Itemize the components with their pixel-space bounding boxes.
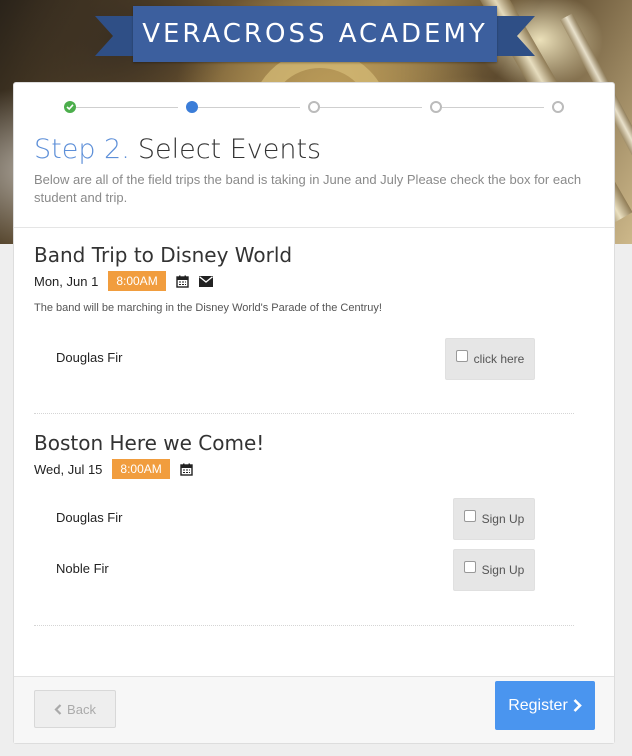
register-button[interactable]: Register [495,681,595,730]
event-title: Boston Here we Come! [34,431,265,455]
progress-stepper [14,83,616,131]
registration-card: Step 2. Select Events Below are all of th… [13,82,615,744]
calendar-icon[interactable] [175,275,189,288]
school-banner: VERACROSS ACADEMY [95,6,535,62]
step-2-current-icon [186,101,198,113]
event-divider [34,625,574,626]
step-5-icon [552,101,564,113]
step-3-icon [308,101,320,113]
event-meta: Mon, Jun 1 8:00AM [34,271,213,291]
signup-label: click here [473,352,525,366]
checkbox-icon[interactable] [455,350,468,362]
register-label: Register [508,696,568,714]
back-label: Back [67,701,96,717]
chevron-left-icon [54,703,62,715]
signup-checkbox-button[interactable]: Sign Up [453,549,535,591]
divider [14,227,614,228]
checkbox-icon[interactable] [463,510,476,522]
event-date: Mon, Jun 1 [34,273,99,289]
event-card: Boston Here we Come! [34,431,574,455]
calendar-icon[interactable] [180,463,193,476]
event-title: Band Trip to Disney World [34,243,293,267]
signup-label: Sign Up [481,563,525,577]
back-button[interactable]: Back [34,690,116,728]
checkbox-icon[interactable] [463,561,476,573]
student-name: Douglas Fir [56,510,123,525]
step-number: Step 2. [34,134,130,165]
step-description: Below are all of the field trips the ban… [34,172,582,205]
step-1-complete-icon [64,101,76,113]
signup-checkbox-button[interactable]: click here [445,338,535,380]
card-footer: Back Register [14,676,614,743]
signup-checkbox-button[interactable]: Sign Up [453,498,535,540]
event-card: Band Trip to Disney World [34,243,574,267]
chevron-right-icon [573,699,582,712]
step-name: Select Events [137,134,322,165]
page-title: Step 2. Select Events [34,134,321,165]
event-date: Wed, Jul 15 [34,461,103,477]
student-name: Douglas Fir [56,350,123,365]
student-name: Noble Fir [56,561,109,576]
time-badge: 8:00AM [112,459,170,479]
email-icon[interactable] [198,275,213,287]
step-4-icon [430,101,442,113]
event-divider [34,413,574,414]
school-name: VERACROSS ACADEMY [142,19,488,49]
time-badge: 8:00AM [108,271,166,291]
signup-label: Sign Up [481,512,525,526]
event-meta: Wed, Jul 15 8:00AM [34,459,193,479]
event-description: The band will be marching in the Disney … [34,302,382,314]
